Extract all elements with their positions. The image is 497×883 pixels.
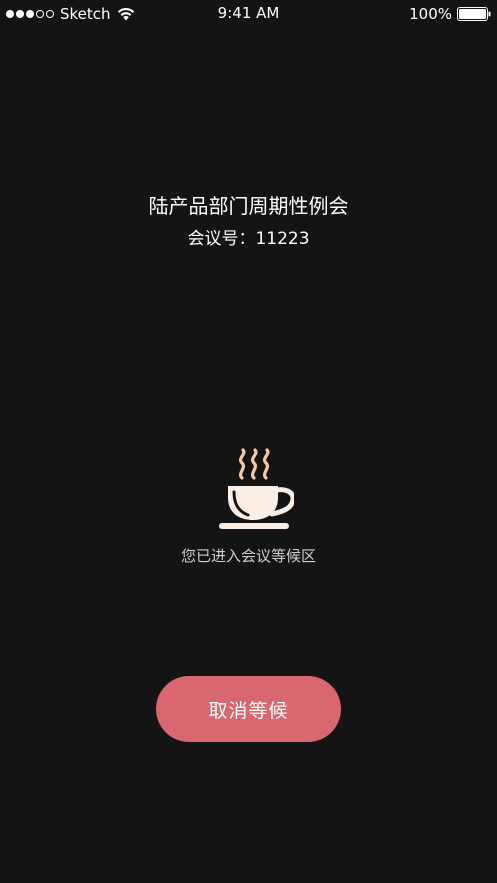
meeting-id: 会议号： 11223 — [0, 227, 497, 251]
waiting-room-screen: Sketch 9:41 AM 100% 陆产品部门周期性例会 会议号： 11223 — [0, 0, 497, 883]
status-right: 100% — [409, 4, 491, 24]
status-bar: Sketch 9:41 AM 100% — [0, 0, 497, 28]
meeting-title: 陆产品部门周期性例会 — [148, 194, 349, 218]
coffee-cup-icon — [219, 448, 294, 529]
waiting-room-message: 您已进入会议等候区 — [180, 547, 316, 565]
meeting-id-value: 11223 — [255, 229, 310, 249]
meeting-id-label: 会议号： — [187, 229, 256, 249]
battery-icon — [457, 7, 491, 21]
battery-percent: 100% — [409, 5, 452, 23]
cancel-waiting-button[interactable]: 取消等候 — [156, 676, 341, 742]
